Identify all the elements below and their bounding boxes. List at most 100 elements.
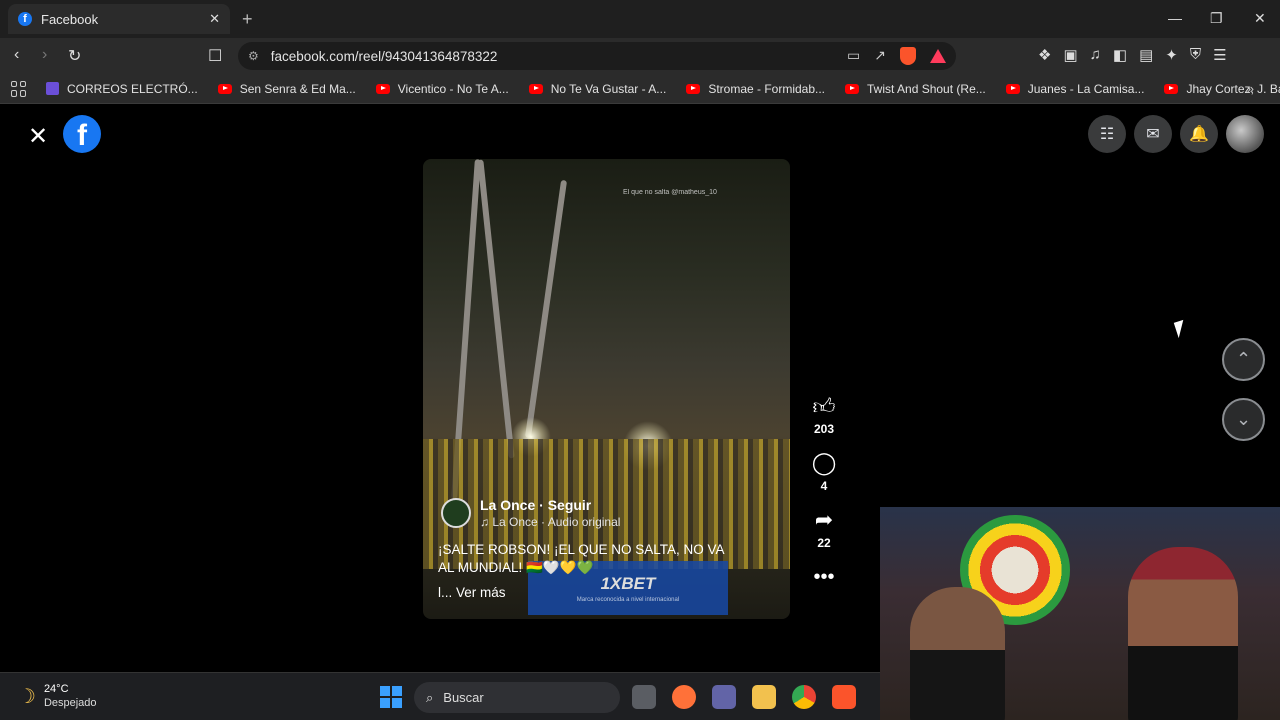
windows-taskbar: ☽ 24°C Despejado ⌕ Buscar bbox=[0, 672, 880, 720]
brave-shields-icon[interactable] bbox=[900, 47, 916, 65]
search-icon: ⌕ bbox=[426, 689, 434, 705]
close-window-button[interactable]: ✕ bbox=[1254, 10, 1266, 27]
temperature: 24°C bbox=[43, 683, 69, 695]
more-bookmarks-icon[interactable]: » bbox=[1247, 81, 1254, 96]
sidebar-icon[interactable]: ◧ bbox=[1113, 46, 1127, 64]
browser-toolbar: ‹ › ↻ ☐ ⚙ facebook.com/reel/943041364878… bbox=[0, 38, 1280, 74]
reel-owner[interactable]: La Once · Seguir ♫ La Once · Audio origi… bbox=[441, 497, 620, 529]
chrome-icon[interactable] bbox=[792, 685, 816, 709]
leo-ai-icon[interactable]: ✦ bbox=[1165, 46, 1178, 64]
facebook-favicon-icon: f bbox=[18, 12, 32, 26]
streamer-right bbox=[1128, 547, 1238, 720]
brave-rewards-icon[interactable] bbox=[930, 49, 946, 63]
forward-icon[interactable]: › bbox=[42, 46, 47, 64]
bookmark-item[interactable]: No Te Va Gustar - A... bbox=[528, 82, 666, 96]
youtube-icon bbox=[1005, 83, 1020, 94]
bookmark-item[interactable]: CORREOS ELECTRÓ... bbox=[46, 82, 198, 96]
site-info-icon[interactable]: ⚙ bbox=[248, 49, 259, 63]
comment-icon: ◯ bbox=[811, 450, 837, 475]
header-actions: ☷ ✉ 🔔 bbox=[1088, 115, 1264, 153]
bookmark-item[interactable]: Stromae - Formidab... bbox=[686, 82, 825, 96]
comment-button[interactable]: ◯ 4 bbox=[812, 450, 837, 493]
bookmark-icon[interactable]: ☐ bbox=[208, 46, 222, 66]
close-reel-icon[interactable]: ✕ bbox=[28, 122, 48, 151]
menu-icon[interactable]: ☰ bbox=[1213, 46, 1226, 64]
share-arrow-icon: ➦ bbox=[814, 507, 834, 532]
menu-grid-icon[interactable]: ☷ bbox=[1088, 115, 1126, 153]
messenger-icon[interactable]: ✉ bbox=[1134, 115, 1172, 153]
music-note-icon: ♫ bbox=[480, 515, 489, 529]
tab-facebook[interactable]: f Facebook ✕ bbox=[8, 4, 230, 34]
install-app-icon[interactable]: ▭ bbox=[847, 47, 860, 65]
wallet-icon[interactable]: ▤ bbox=[1139, 46, 1153, 64]
comment-count: 4 bbox=[820, 479, 828, 493]
streamer-left bbox=[910, 587, 1005, 720]
moon-icon: ☽ bbox=[18, 685, 36, 708]
reel-video[interactable]: El que no salta @matheus_10 La Once · Se… bbox=[423, 159, 790, 619]
youtube-icon bbox=[845, 83, 860, 94]
like-icon: 👍︎ bbox=[812, 394, 836, 419]
vpn-icon[interactable]: ⛨ bbox=[1190, 46, 1201, 64]
owner-name[interactable]: La Once bbox=[480, 497, 535, 513]
like-button[interactable]: 👍︎ 203 bbox=[813, 393, 836, 436]
tab-close-icon[interactable]: ✕ bbox=[209, 11, 220, 27]
share-button[interactable]: ➦ 22 bbox=[815, 507, 833, 550]
audio-label[interactable]: La Once · Audio original bbox=[492, 515, 620, 529]
notifications-bell-icon[interactable]: 🔔 bbox=[1180, 115, 1218, 153]
reload-icon[interactable]: ↻ bbox=[68, 46, 81, 66]
screenshot-icon[interactable]: ▣ bbox=[1063, 46, 1077, 64]
bookmark-item[interactable]: Twist And Shout (Re... bbox=[845, 82, 986, 96]
video-tree bbox=[477, 159, 515, 459]
facebook-logo[interactable]: f bbox=[63, 115, 101, 153]
reel-actions: 👍︎ 203 ◯ 4 ➦ 22 ••• bbox=[806, 393, 842, 589]
file-explorer-icon[interactable] bbox=[752, 685, 776, 709]
taskbar-search[interactable]: ⌕ Buscar bbox=[414, 682, 620, 713]
chevron-down-icon: ⌄ bbox=[1235, 409, 1252, 429]
youtube-icon bbox=[1164, 83, 1179, 94]
webcam-overlay bbox=[880, 507, 1280, 720]
see-more-link[interactable]: l... Ver más bbox=[438, 585, 506, 600]
next-reel-button[interactable]: ⌄ bbox=[1222, 398, 1265, 441]
more-options-icon[interactable]: ••• bbox=[813, 566, 834, 589]
new-tab-button[interactable]: + bbox=[242, 9, 253, 30]
weather-widget[interactable]: ☽ 24°C Despejado bbox=[18, 683, 97, 709]
firefox-icon[interactable] bbox=[672, 685, 696, 709]
taskbar-apps bbox=[632, 685, 856, 709]
tab-title: Facebook bbox=[41, 11, 99, 27]
bookmark-item[interactable]: Sen Senra & Ed Ma... bbox=[217, 82, 356, 96]
weather-status: Despejado bbox=[43, 697, 97, 709]
minimize-button[interactable]: — bbox=[1168, 10, 1182, 26]
youtube-icon bbox=[217, 83, 232, 94]
url-text: facebook.com/reel/943041364878322 bbox=[270, 48, 498, 64]
browser-tab-bar: f Facebook ✕ + — ❐ ✕ bbox=[0, 0, 1280, 38]
share-count: 22 bbox=[817, 536, 831, 550]
owner-avatar[interactable] bbox=[441, 498, 471, 528]
windows-start-icon[interactable] bbox=[380, 686, 402, 708]
back-icon[interactable]: ‹ bbox=[14, 46, 19, 64]
video-watermark: El que no salta @matheus_10 bbox=[623, 189, 717, 196]
mail-icon bbox=[46, 82, 59, 95]
extensions-icon[interactable]: ❖ bbox=[1038, 46, 1051, 64]
bookmark-item[interactable]: Juanes - La Camisa... bbox=[1005, 82, 1144, 96]
previous-reel-button[interactable]: ⌃ bbox=[1222, 338, 1265, 381]
mouse-cursor-icon bbox=[1173, 319, 1189, 339]
ad-tagline: Marca reconocida a nivel internacional bbox=[576, 596, 680, 603]
apps-grid-icon[interactable] bbox=[11, 80, 26, 97]
share-icon[interactable]: ↗ bbox=[874, 47, 886, 65]
youtube-icon bbox=[686, 83, 701, 94]
media-icon[interactable]: ♫ bbox=[1090, 46, 1101, 64]
address-bar[interactable]: ⚙ facebook.com/reel/943041364878322 ▭ ↗ bbox=[238, 42, 956, 70]
bookmark-item[interactable]: Jhay Cortez, J. Balvi... bbox=[1164, 82, 1280, 96]
follow-button[interactable]: · Seguir bbox=[539, 497, 591, 513]
task-view-icon[interactable] bbox=[632, 685, 656, 709]
bookmark-item[interactable]: Vicentico - No Te A... bbox=[375, 82, 509, 96]
restore-button[interactable]: ❐ bbox=[1210, 10, 1223, 27]
brave-icon[interactable] bbox=[832, 685, 856, 709]
like-count: 203 bbox=[813, 422, 835, 436]
profile-avatar[interactable] bbox=[1226, 115, 1264, 153]
chevron-up-icon: ⌃ bbox=[1235, 349, 1252, 369]
teams-icon[interactable] bbox=[712, 685, 736, 709]
youtube-icon bbox=[375, 83, 390, 94]
bookmarks-bar: CORREOS ELECTRÓ... Sen Senra & Ed Ma... … bbox=[0, 74, 1280, 104]
reel-caption: ¡SALTE ROBSON! ¡EL QUE NO SALTA, NO VA A… bbox=[438, 542, 724, 575]
